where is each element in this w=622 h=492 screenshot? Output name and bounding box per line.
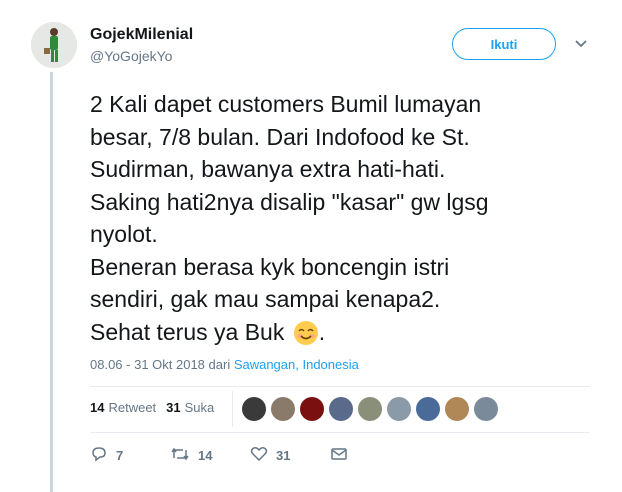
- divider: [90, 386, 590, 387]
- follow-button[interactable]: Ikuti: [452, 28, 556, 60]
- location-link[interactable]: Sawangan, Indonesia: [234, 357, 359, 372]
- likers-list: [242, 397, 503, 421]
- tweet-line: Saking hati2nya disalip "kasar" gw lgsg: [90, 188, 489, 215]
- envelope-icon: [330, 447, 348, 464]
- retweet-stat-count: 14: [90, 400, 105, 415]
- divider: [90, 432, 590, 433]
- tweet-stats: 14 Retweet 31 Suka: [90, 400, 224, 415]
- user-name[interactable]: GojekMilenial: [90, 26, 193, 44]
- retweet-stat[interactable]: 14 Retweet: [90, 400, 156, 415]
- timestamp[interactable]: 08.06 - 31 Okt 2018 dari: [90, 357, 234, 372]
- liker-avatar[interactable]: [271, 397, 295, 421]
- liker-avatar[interactable]: [445, 397, 469, 421]
- retweet-stat-label: Retweet: [108, 400, 157, 415]
- tweet-line-last: Sehat terus ya Buk .: [90, 316, 610, 355]
- tweet-actions: 7 14 31: [90, 446, 348, 465]
- retweet-icon: [170, 446, 190, 465]
- tweet-line: besar, 7/8 bulan. Dari Indofood ke St.: [90, 123, 470, 150]
- liker-avatar[interactable]: [416, 397, 440, 421]
- like-stat-count: 31: [166, 400, 181, 415]
- liker-avatar[interactable]: [387, 397, 411, 421]
- tweet-line: 2 Kali dapet customers Bumil lumayan: [90, 91, 482, 117]
- like-stat[interactable]: 31 Suka: [166, 400, 214, 415]
- liker-avatar[interactable]: [358, 397, 382, 421]
- user-handle[interactable]: @YoGojekYo: [90, 48, 172, 64]
- like-button[interactable]: 31: [250, 446, 330, 465]
- liker-avatar[interactable]: [329, 397, 353, 421]
- tweet-line: nyolot.: [90, 221, 158, 247]
- smiling-face-icon: [293, 320, 319, 355]
- tweet-line: Beneran berasa kyk boncengin istri: [90, 253, 450, 280]
- avatar[interactable]: [31, 22, 77, 68]
- tweet-meta: 08.06 - 31 Okt 2018 dari Sawangan, Indon…: [90, 357, 359, 372]
- tweet-end: .: [318, 318, 326, 345]
- liker-avatar[interactable]: [300, 397, 324, 421]
- chevron-down-icon[interactable]: [574, 36, 588, 54]
- retweet-count: 14: [198, 448, 213, 463]
- reply-count: 7: [116, 448, 124, 463]
- like-stat-label: Suka: [184, 400, 215, 415]
- heart-icon: [250, 446, 268, 465]
- retweet-button[interactable]: 14: [170, 446, 250, 465]
- tweet-text: 2 Kali dapet customers Bumil lumayan besa…: [90, 88, 610, 354]
- tweet-line: Sudirman, bawanya extra hati-hati.: [90, 156, 446, 182]
- tweet-line: Sehat terus ya Buk: [90, 318, 285, 345]
- liker-avatar[interactable]: [242, 397, 266, 421]
- like-count: 31: [276, 448, 291, 463]
- message-button[interactable]: [330, 447, 348, 464]
- reply-button[interactable]: 7: [90, 446, 170, 465]
- thread-line: [50, 72, 53, 492]
- stats-separator: [232, 391, 233, 427]
- liker-avatar[interactable]: [474, 397, 498, 421]
- tweet-line: sendiri, gak mau sampai kenapa2.: [90, 286, 441, 312]
- reply-icon: [90, 446, 108, 465]
